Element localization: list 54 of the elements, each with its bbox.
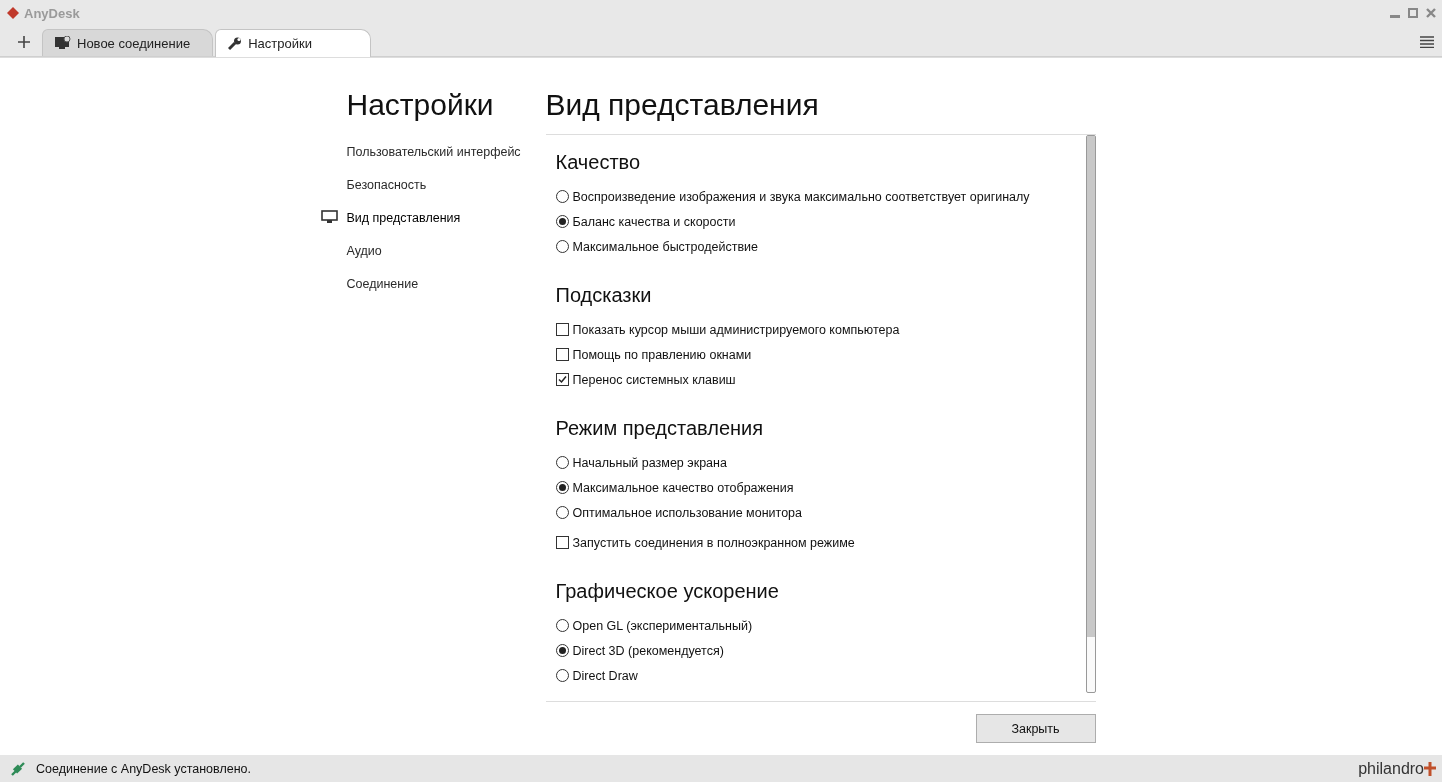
- monitor-icon: [320, 210, 338, 224]
- window-title: AnyDesk: [24, 5, 80, 21]
- scrollbar[interactable]: [1085, 135, 1096, 693]
- option-label[interactable]: Воспроизведение изображения и звука максимально соответствует оригиналу: [572, 189, 1030, 204]
- radio-button[interactable]: [555, 669, 569, 682]
- sidebar-item[interactable]: Безопасность: [320, 174, 546, 207]
- sidebar-item[interactable]: Вид представления: [320, 207, 546, 240]
- tab[interactable]: Новое соединение: [42, 29, 214, 56]
- radio-button[interactable]: [555, 644, 569, 657]
- option-label[interactable]: Перенос системных клавиш: [572, 372, 736, 387]
- section-heading: Графическое ускорение: [555, 579, 780, 604]
- sidebar-title: Настройки: [346, 87, 495, 123]
- radio-button[interactable]: [555, 481, 569, 494]
- close-icon[interactable]: [1426, 8, 1436, 18]
- checkbox[interactable]: [555, 373, 569, 386]
- plug-icon: [10, 760, 26, 777]
- section-heading: Режим представления: [555, 416, 765, 441]
- option-label[interactable]: Direct 3D (рекомендуется): [572, 643, 724, 658]
- section-heading: Подсказки: [555, 283, 653, 308]
- radio-button[interactable]: [555, 456, 569, 469]
- option-label[interactable]: Оптимальное использование монитора: [572, 505, 802, 520]
- status-message: Соединение с AnyDesk установлено.: [36, 761, 251, 776]
- option-label[interactable]: Начальный размер экрана: [572, 455, 727, 470]
- wrench-icon: [228, 36, 243, 51]
- tab[interactable]: Настройки: [215, 29, 372, 57]
- sidebar-item[interactable]: Соединение: [320, 273, 546, 306]
- close-button[interactable]: Закрыть: [975, 714, 1096, 743]
- monitor-icon: [55, 36, 71, 50]
- app-logo-icon: [6, 6, 20, 20]
- option-label[interactable]: Direct Draw: [572, 668, 638, 683]
- menu-icon[interactable]: [1420, 36, 1434, 48]
- option-label[interactable]: Open GL (экспериментальный): [572, 618, 753, 633]
- maximize-icon[interactable]: [1408, 8, 1418, 18]
- radio-button[interactable]: [555, 240, 569, 253]
- radio-button[interactable]: [555, 190, 569, 203]
- option-label[interactable]: Максимальное качество отображения: [572, 480, 794, 495]
- section-heading: Качество: [555, 150, 642, 175]
- option-label[interactable]: Запустить соединения в полноэкранном режиме: [572, 535, 855, 550]
- sidebar-item[interactable]: Пользовательский интерфейс: [320, 141, 546, 174]
- checkbox[interactable]: [555, 536, 569, 549]
- option-label[interactable]: Максимальное быстродействие: [572, 239, 758, 254]
- checkbox[interactable]: [555, 323, 569, 336]
- option-label[interactable]: Помощь по правлению окнами: [572, 347, 752, 362]
- radio-button[interactable]: [555, 215, 569, 228]
- radio-button[interactable]: [555, 506, 569, 519]
- sidebar-item[interactable]: Аудио: [320, 240, 546, 273]
- brand-mark-icon: [1424, 761, 1436, 776]
- brand-logo-text: philandro: [1358, 759, 1424, 778]
- option-label[interactable]: Показать курсор мыши администрируемого компьютера: [572, 322, 900, 337]
- radio-button[interactable]: [555, 619, 569, 632]
- page-title: Вид представления: [545, 87, 820, 123]
- plus-icon: [18, 36, 30, 48]
- option-label[interactable]: Баланс качества и скорости: [572, 214, 736, 229]
- checkbox[interactable]: [555, 348, 569, 361]
